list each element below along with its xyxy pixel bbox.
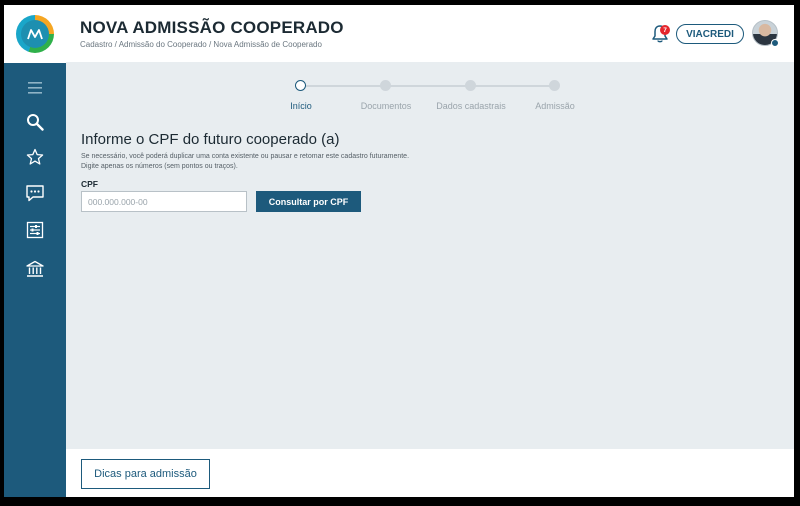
- breadcrumb: Cadastro / Admissão do Cooperado / Nova …: [80, 40, 322, 49]
- form-hint-line-2: Digite apenas os números (sem pontos ou …: [81, 163, 238, 170]
- step-label-documentos: Documentos: [360, 101, 412, 111]
- cpf-input[interactable]: [81, 191, 247, 212]
- logo-icon: [16, 15, 54, 53]
- search-icon[interactable]: [23, 110, 47, 134]
- bank-icon[interactable]: [23, 257, 47, 281]
- admission-tips-button[interactable]: Dicas para admissão: [81, 459, 210, 489]
- form-title: Informe o CPF do futuro cooperado (a): [81, 131, 340, 148]
- stepper-line: [306, 85, 556, 87]
- logo-area[interactable]: [4, 5, 66, 63]
- step-label-admissao: Admissão: [535, 101, 575, 111]
- step-label-dados-cadastrais: Dados cadastrais: [436, 101, 506, 111]
- cpf-label: CPF: [81, 179, 98, 189]
- avatar-status-icon: [771, 39, 779, 47]
- consult-cpf-button[interactable]: Consultar por CPF: [256, 191, 361, 212]
- star-icon[interactable]: [23, 145, 47, 169]
- form-hint: Se necessário, você poderá duplicar uma …: [81, 152, 409, 172]
- step-label-inicio: Início: [290, 101, 312, 111]
- header: NOVA ADMISSÃO COOPERADO Cadastro / Admis…: [66, 5, 794, 62]
- sliders-icon[interactable]: [23, 218, 47, 242]
- footer: Dicas para admissão: [66, 449, 794, 497]
- app-window: NOVA ADMISSÃO COOPERADO Cadastro / Admis…: [4, 5, 794, 497]
- notification-badge: 7: [660, 25, 670, 35]
- step-dot-admissao: [549, 80, 560, 91]
- step-dot-documentos: [380, 80, 391, 91]
- step-dot-inicio: [295, 80, 306, 91]
- menu-icon[interactable]: [23, 76, 47, 100]
- stepper: Início Documentos Dados cadastrais Admis…: [66, 79, 794, 119]
- sidebar: [4, 5, 66, 497]
- page-title: NOVA ADMISSÃO COOPERADO: [80, 18, 344, 37]
- form-hint-line-1: Se necessário, você poderá duplicar uma …: [81, 153, 410, 160]
- cooperative-button[interactable]: VIACREDI: [676, 24, 744, 44]
- step-dot-dados-cadastrais: [465, 80, 476, 91]
- chat-icon[interactable]: [23, 181, 47, 205]
